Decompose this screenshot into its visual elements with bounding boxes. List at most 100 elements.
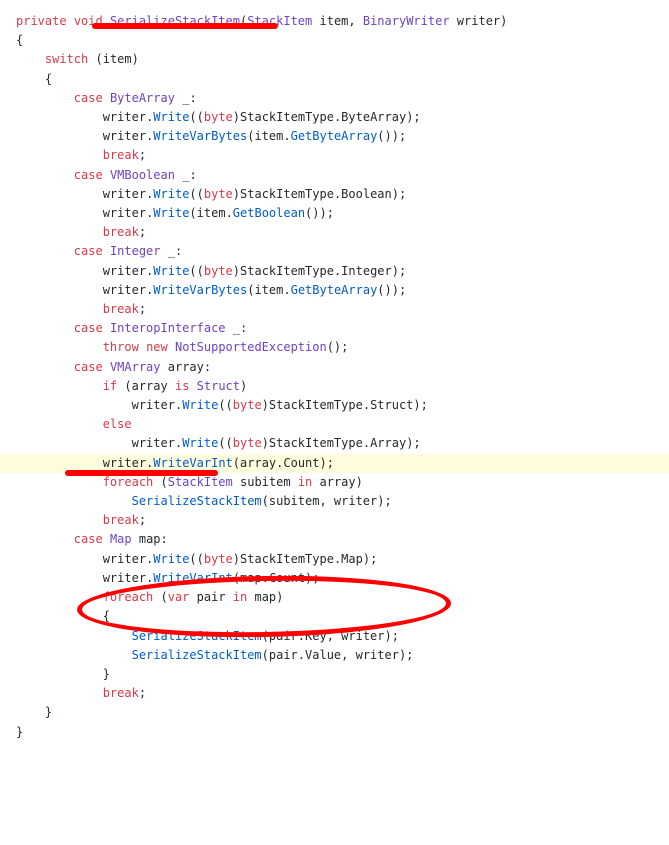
type-interopinterface: InteropInterface: [110, 321, 226, 335]
discard: _: [182, 168, 189, 182]
method-serializestackitem: SerializeStackItem: [132, 629, 262, 643]
method-getbytearray: GetByteArray: [291, 283, 378, 297]
type-integer: Integer: [110, 244, 161, 258]
var-item: item: [197, 206, 226, 220]
kw-byte: byte: [204, 110, 233, 124]
kw-foreach: foreach: [103, 590, 154, 604]
method-write: Write: [153, 552, 189, 566]
type-vmboolean: VMBoolean: [110, 168, 175, 182]
enum-integer: Integer: [341, 264, 392, 278]
var-subitem: subitem: [269, 494, 320, 508]
var-item: item: [254, 283, 283, 297]
var-pair: pair: [269, 629, 298, 643]
method-write: Write: [182, 436, 218, 450]
type-stackitemtype: StackItemType: [240, 264, 334, 278]
var-array: array: [132, 379, 168, 393]
type-map: Map: [110, 532, 132, 546]
kw-case: case: [74, 168, 103, 182]
param-item: item: [320, 14, 349, 28]
method-writevarbytes: WriteVarBytes: [153, 283, 247, 297]
prop-key: Key: [305, 629, 327, 643]
type-stackitem: StackItem: [247, 14, 312, 28]
method-write: Write: [153, 187, 189, 201]
method-write: Write: [153, 206, 189, 220]
type-stackitemtype: StackItemType: [240, 187, 334, 201]
var-writer: writer: [103, 456, 146, 470]
method-getboolean: GetBoolean: [233, 206, 305, 220]
kw-foreach: foreach: [103, 475, 154, 489]
var-map: map: [139, 532, 161, 546]
var-writer: writer: [341, 629, 384, 643]
var-writer: writer: [132, 436, 175, 450]
highlighted-line: writer.WriteVarInt(array.Count);: [0, 454, 669, 473]
kw-break: break: [103, 513, 139, 527]
method-write: Write: [153, 264, 189, 278]
kw-byte: byte: [233, 398, 262, 412]
param-writer: writer: [457, 14, 500, 28]
type-stackitemtype: StackItemType: [269, 398, 363, 412]
var-map: map: [254, 590, 276, 604]
enum-struct: Struct: [370, 398, 413, 412]
type-stackitem: StackItem: [168, 475, 233, 489]
method-name: SerializeStackItem: [110, 14, 240, 28]
var-writer: writer: [334, 494, 377, 508]
var-writer: writer: [103, 129, 146, 143]
kw-byte: byte: [204, 552, 233, 566]
method-writevarint: WriteVarInt: [153, 571, 232, 585]
kw-switch: switch: [45, 52, 88, 66]
discard: _: [168, 244, 175, 258]
method-writevarbytes: WriteVarBytes: [153, 129, 247, 143]
discard: _: [182, 91, 189, 105]
var-map: map: [240, 571, 262, 585]
type-binarywriter: BinaryWriter: [363, 14, 450, 28]
kw-is: is: [175, 379, 189, 393]
var-subitem: subitem: [240, 475, 291, 489]
enum-bytearray: ByteArray: [341, 110, 406, 124]
var-writer: writer: [103, 283, 146, 297]
kw-break: break: [103, 225, 139, 239]
kw-in: in: [233, 590, 247, 604]
enum-map: Map: [341, 552, 363, 566]
var-pair: pair: [269, 648, 298, 662]
type-vmarray: VMArray: [110, 360, 161, 374]
var-writer: writer: [132, 398, 175, 412]
var-writer: writer: [103, 571, 146, 585]
kw-case: case: [74, 532, 103, 546]
kw-byte: byte: [233, 436, 262, 450]
var-writer: writer: [103, 264, 146, 278]
var-writer: writer: [103, 187, 146, 201]
var-item: item: [103, 52, 132, 66]
var-writer: writer: [103, 552, 146, 566]
kw-case: case: [74, 321, 103, 335]
var-writer: writer: [103, 110, 146, 124]
kw-case: case: [74, 244, 103, 258]
type-struct: Struct: [197, 379, 240, 393]
kw-byte: byte: [204, 187, 233, 201]
method-serializestackitem: SerializeStackItem: [132, 494, 262, 508]
type-notsupportedexception: NotSupportedException: [175, 340, 327, 354]
method-write: Write: [153, 110, 189, 124]
kw-break: break: [103, 686, 139, 700]
type-stackitemtype: StackItemType: [240, 110, 334, 124]
kw-break: break: [103, 302, 139, 316]
var-writer: writer: [103, 206, 146, 220]
kw-case: case: [74, 360, 103, 374]
prop-count: Count: [269, 571, 305, 585]
type-stackitemtype: StackItemType: [240, 552, 334, 566]
type-bytearray: ByteArray: [110, 91, 175, 105]
kw-else: else: [103, 417, 132, 431]
discard: _: [233, 321, 240, 335]
kw-private: private: [16, 14, 67, 28]
code-block: private void SerializeStackItem(StackIte…: [0, 0, 669, 754]
method-writevarint: WriteVarInt: [153, 456, 232, 470]
var-array: array: [168, 360, 204, 374]
enum-array: Array: [370, 436, 406, 450]
kw-new: new: [146, 340, 168, 354]
var-pair: pair: [197, 590, 226, 604]
enum-boolean: Boolean: [341, 187, 392, 201]
var-writer: writer: [356, 648, 399, 662]
var-array: array: [240, 456, 276, 470]
kw-if: if: [103, 379, 117, 393]
method-write: Write: [182, 398, 218, 412]
prop-count: Count: [283, 456, 319, 470]
